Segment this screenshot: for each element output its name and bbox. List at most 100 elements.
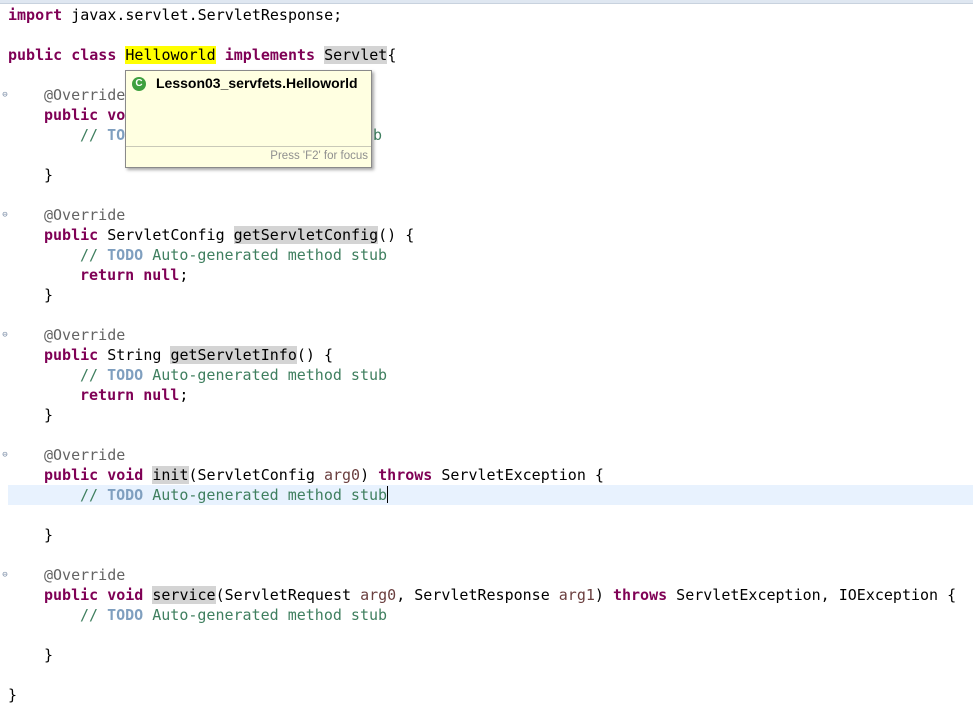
- code-line-method-signature[interactable]: public String getServletInfo() {: [44, 345, 333, 365]
- comment: //: [80, 606, 108, 624]
- code-line-close-brace[interactable]: }: [44, 165, 53, 185]
- code-line-annotation[interactable]: @Override: [44, 205, 125, 225]
- code-line-annotation[interactable]: @Override: [44, 565, 125, 585]
- code-line-method-signature[interactable]: public void service(ServletRequest arg0,…: [44, 585, 956, 605]
- method-name[interactable]: getServletInfo: [170, 346, 297, 364]
- annotation: @Override: [44, 566, 126, 584]
- keyword: void: [107, 466, 144, 484]
- brace: }: [44, 526, 54, 544]
- code-line-close-brace[interactable]: }: [44, 405, 53, 425]
- param-type: (ServletRequest: [215, 586, 361, 604]
- method-name[interactable]: getServletConfig: [233, 226, 379, 244]
- keyword: class: [71, 46, 117, 64]
- brace: {: [387, 46, 397, 64]
- annotation: @Override: [44, 446, 126, 464]
- return-type: ServletConfig: [98, 226, 234, 244]
- keyword: public: [44, 586, 99, 604]
- annotation: @Override: [44, 206, 126, 224]
- code-line-comment[interactable]: // TO: [80, 125, 125, 145]
- editor-top-border: [0, 0, 973, 4]
- keyword: public: [44, 226, 99, 244]
- param-name: arg0: [360, 586, 397, 604]
- keyword: vo: [107, 106, 126, 124]
- code-line-annotation[interactable]: @Override: [44, 325, 125, 345]
- comment: //: [80, 486, 108, 504]
- comment: Auto-generated method stub: [143, 486, 388, 504]
- todo-tag: TODO: [107, 606, 144, 624]
- code-line-annotation[interactable]: @Override: [44, 445, 125, 465]
- param-type: (ServletConfig: [188, 466, 324, 484]
- fold-toggle-icon[interactable]: ⊖: [1, 331, 9, 340]
- code-line-close-brace[interactable]: }: [44, 645, 53, 665]
- hover-title: Lesson03_servfets.Helloworld: [156, 75, 358, 91]
- comment: Auto-generated method stub: [143, 366, 388, 384]
- interface-name[interactable]: Servlet: [324, 46, 388, 64]
- keyword: import: [8, 6, 63, 24]
- param-type: , ServletResponse: [396, 586, 559, 604]
- code-line-comment-current[interactable]: // TODO Auto-generated method stub: [80, 485, 389, 505]
- code-line-method-signature[interactable]: public vo: [44, 105, 125, 125]
- semicolon: ;: [179, 386, 189, 404]
- hover-tooltip[interactable]: C Lesson03_servfets.Helloworld Press 'F2…: [125, 70, 372, 168]
- keyword: public: [44, 346, 99, 364]
- param-name: arg0: [323, 466, 361, 484]
- return-type: String: [98, 346, 171, 364]
- annotation: @Override: [44, 326, 126, 344]
- keyword: null: [143, 266, 180, 284]
- todo-tag: TODO: [107, 366, 144, 384]
- semicolon: ;: [179, 266, 189, 284]
- fold-toggle-icon[interactable]: ⊖: [1, 451, 9, 460]
- comment: Auto-generated method stub: [143, 606, 388, 624]
- fold-toggle-icon[interactable]: ⊖: [1, 91, 9, 100]
- code-line-method-signature[interactable]: public void init(ServletConfig arg0) thr…: [44, 465, 604, 485]
- signature-tail: () {: [378, 226, 415, 244]
- annotation: @Override: [44, 86, 126, 104]
- fold-toggle-icon[interactable]: ⊖: [1, 211, 9, 220]
- method-name[interactable]: init: [152, 466, 189, 484]
- class-icon: C: [132, 77, 146, 91]
- code-line-comment[interactable]: // TODO Auto-generated method stub: [80, 605, 387, 625]
- brace: }: [44, 166, 54, 184]
- paren: ): [594, 586, 613, 604]
- code-line-comment[interactable]: // TODO Auto-generated method stub: [80, 365, 387, 385]
- code-line-annotation[interactable]: @Override: [44, 85, 125, 105]
- text-caret: [387, 486, 389, 503]
- keyword: public: [8, 46, 63, 64]
- comment: Auto-generated method stub: [143, 246, 388, 264]
- keyword: return: [80, 266, 135, 284]
- code-line-close-brace[interactable]: }: [44, 285, 53, 305]
- code-line-return[interactable]: return null;: [80, 265, 188, 285]
- code-line-comment[interactable]: // TODO Auto-generated method stub: [80, 245, 387, 265]
- todo-tag: TO: [107, 126, 126, 144]
- code-line-class-close-brace[interactable]: }: [8, 685, 17, 705]
- code-line-class-declaration[interactable]: public class Helloworld implements Servl…: [8, 45, 396, 65]
- comment: //: [80, 246, 108, 264]
- fold-toggle-icon[interactable]: ⊖: [1, 571, 9, 580]
- brace: }: [44, 286, 54, 304]
- focus-hint: Press 'F2' for focus: [270, 150, 368, 162]
- param-name: arg1: [558, 586, 595, 604]
- keyword: throws: [378, 466, 433, 484]
- brace: }: [44, 646, 54, 664]
- todo-tag: TODO: [107, 246, 144, 264]
- code-line-import[interactable]: import javax.servlet.ServletResponse;: [8, 5, 342, 25]
- keyword: void: [107, 586, 144, 604]
- exception-list: ServletException {: [432, 466, 604, 484]
- signature-tail: () {: [296, 346, 333, 364]
- code-line-return[interactable]: return null;: [80, 385, 188, 405]
- comment: //: [80, 126, 108, 144]
- brace: }: [8, 686, 18, 704]
- import-path: javax.servlet.ServletResponse;: [71, 6, 343, 24]
- todo-tag: TODO: [107, 486, 144, 504]
- keyword: return: [80, 386, 135, 404]
- class-name-highlighted[interactable]: Helloworld: [125, 46, 216, 64]
- keyword: public: [44, 466, 99, 484]
- method-name[interactable]: service: [152, 586, 216, 604]
- keyword: throws: [612, 586, 668, 604]
- code-line-method-signature[interactable]: public ServletConfig getServletConfig() …: [44, 225, 414, 245]
- exception-list: ServletException, IOException {: [667, 586, 957, 604]
- code-line-close-brace[interactable]: }: [44, 525, 53, 545]
- keyword: implements: [224, 46, 316, 64]
- hover-divider: [126, 146, 371, 147]
- paren: ): [360, 466, 379, 484]
